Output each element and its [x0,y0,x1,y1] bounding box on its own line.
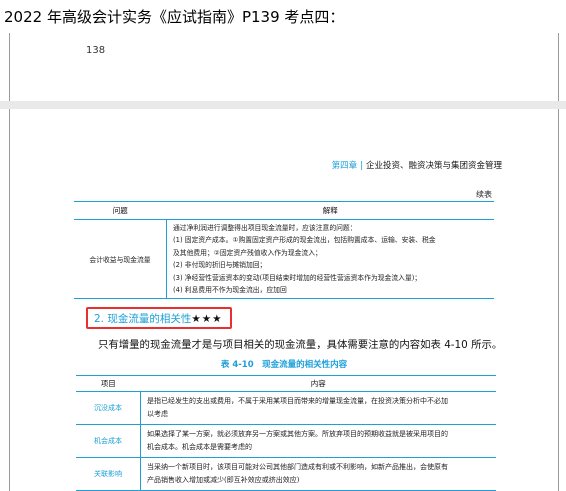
explanation-line: 通过净利润进行调整得出项目现金流量时，应该注意的问题： [173,224,357,232]
column-header-content: 内容 [140,375,496,392]
table-continued: 问题 解释 会计收益与现金流量 通过净利润进行调整得出项目现金流量时，应该注意的… [74,201,494,300]
explanation-line: (3) 净经营性营运资本的变动(项目结束时增加的经营性营运资本作为现金流入量)； [173,273,422,282]
body-paragraph: 只有增量的现金流量才是与项目相关的现金流量，具体需要注意的内容如表 4-10 所… [98,339,503,351]
continued-label: 续表 [476,190,492,199]
column-header-explanation: 解释 [166,201,494,220]
table-header-row: 项目 内容 [76,375,496,392]
chapter-separator: | [360,161,363,171]
content-line: 机会成本。机会成本是需要考虑的 [147,443,252,451]
page-top: 138 [9,33,559,102]
chapter-number: 第四章 [331,161,358,171]
content-cell: 当采纳一个新项目时，该项目可能对公司其他部门造成有利或不利影响，如新产品推出，会… [140,457,496,491]
page-main: 第四章 | 企业投资、融资决策与集团资金管理 续表 问题 解释 会计收益与现金流量 … [9,109,559,491]
explanation-cell: 通过净利润进行调整得出项目现金流量时，应该注意的问题： (1) 固定资产成本。①… [166,219,494,300]
column-header-issue: 问题 [74,201,167,220]
content-line: 以考虑 [147,410,168,418]
section-heading: 2. 现金流量的相关性★★★ [94,311,223,326]
content-cell: 如果选择了某一方案，就必须放弃另一方案或其他方案。所放弃项目的预期收益就是被采用… [140,424,496,458]
item-cell: 机会成本 [76,424,141,458]
table-row: 会计收益与现金流量 通过净利润进行调整得出项目现金流量时，应该注意的问题： (1… [74,219,494,300]
content-line: 产品销售收入增加或减少(即互补效应或挤出效应) [147,476,300,484]
content-line: 当采纳一个新项目时，该项目可能对公司其他部门造成有利或不利影响，如新产品推出，会… [147,463,448,471]
content-line: 如果选择了某一方案，就必须放弃另一方案或其他方案。所放弃项目的预期收益就是被采用… [147,430,448,438]
chapter-title: 企业投资、融资决策与集团资金管理 [365,161,502,171]
table-caption: 表 4-10 现金流量的相关性内容 [220,360,348,370]
explanation-line: (1) 固定资产成本。①购置固定资产形成的现金流出，包括购置成本、运输、安装、税… [173,236,436,245]
explanation-line: 及其他费用；②固定资产残值收入作为现金流入； [173,248,322,257]
table-row: 机会成本 如果选择了某一方案，就必须放弃另一方案或其他方案。所放弃项目的预期收益… [76,424,496,458]
explanation-line: (4) 利息费用不作为现金流出，应加回 [173,286,287,295]
section-title: 2. 现金流量的相关性 [94,313,192,325]
table-row: 沉没成本 是指已经发生的支出或费用，不属于采用某项目而带来的增量现金流量，在投资… [76,391,496,425]
page-caption: 2022 年高级会计实务《应试指南》P139 考点四： [4,8,345,26]
content-cell: 是指已经发生的支出或费用，不属于采用某项目而带来的增量现金流量，在投资决策分析中… [140,391,496,425]
chapter-header: 第四章 | 企业投资、融资决策与集团资金管理 [332,159,502,171]
table-header-row: 问题 解释 [74,201,494,220]
content-line: 是指已经发生的支出或费用，不属于采用某项目而带来的增量现金流量，在投资决策分析中… [147,397,448,405]
page-number: 138 [86,45,106,56]
page-gap [0,101,566,109]
explanation-line: (2) 非付现的折旧与摊销加回； [173,261,267,270]
item-cell: 关联影响 [76,457,141,491]
issue-cell: 会计收益与现金流量 [74,219,167,300]
item-cell: 沉没成本 [76,391,141,425]
column-header-item: 项目 [76,375,141,392]
table-relevance: 项目 内容 沉没成本 是指已经发生的支出或费用，不属于采用某项目而带来的增量现金… [76,375,496,491]
table-row: 关联影响 当采纳一个新项目时，该项目可能对公司其他部门造成有利或不利影响，如新产… [76,457,496,491]
star-rating: ★★★ [191,313,223,325]
